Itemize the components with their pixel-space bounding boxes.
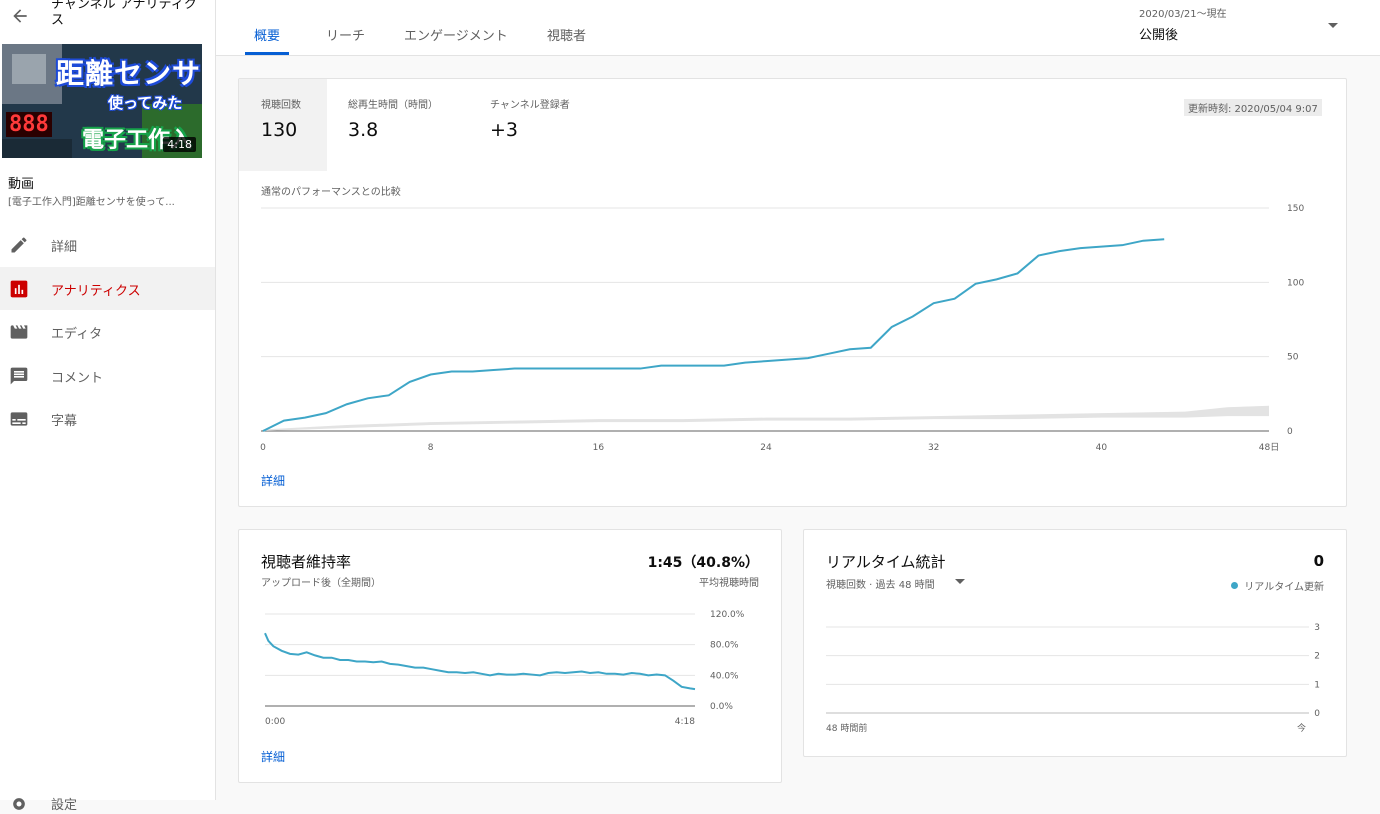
realtime-value: 0 (1313, 552, 1324, 570)
y-tick-label: 80.0% (710, 641, 739, 651)
film-icon (10, 325, 28, 339)
sidebar-item-comments[interactable]: コメント (0, 354, 215, 398)
metric-label: 総再生時間（時間） (348, 100, 438, 111)
metric-subscribers[interactable]: チャンネル登録者 +3 (468, 79, 618, 171)
tab-reach[interactable]: リーチ (326, 25, 365, 55)
y-tick-label: 40.0% (710, 671, 739, 681)
top-tab-bar: 概要 リーチ エンゲージメント 視聴者 2020/03/21〜現在 公開後 (216, 0, 1380, 56)
y-tick-label: 2 (1314, 652, 1320, 662)
x-tick-label: 今 (1297, 722, 1306, 734)
video-duration-badge: 4:18 (163, 137, 196, 152)
retention-details-link[interactable]: 詳細 (261, 748, 285, 765)
retention-title: 視聴者維持率 (261, 553, 352, 571)
x-tick-label: 48日 (1259, 442, 1279, 453)
sidebar-item-subtitles[interactable]: 字幕 (0, 397, 215, 441)
y-tick-label: 100 (1287, 278, 1304, 288)
tab-label: 概要 (254, 29, 281, 44)
tab-overview[interactable]: 概要 (244, 25, 290, 55)
date-range-text: 2020/03/21〜現在 (1139, 9, 1227, 20)
legend-label: リアルタイム更新 (1244, 582, 1324, 593)
video-section-label: 動画 (8, 177, 35, 192)
y-tick-label: 0 (1314, 709, 1320, 719)
y-tick-label: 120.0% (710, 610, 745, 620)
tab-audience[interactable]: 視聴者 (547, 25, 586, 55)
sidebar-item-label: 設定 (51, 798, 78, 813)
video-title[interactable]: [電子工作入門]距離センサを使って... (8, 193, 208, 208)
thumbnail-led-display: 888 (6, 112, 52, 137)
sidebar-item-analytics[interactable]: アナリティクス (0, 266, 215, 310)
sidebar-item-label: 詳細 (51, 240, 78, 255)
metric-views[interactable]: 視聴回数 130 (239, 79, 327, 171)
realtime-subtitle: 視聴回数 · 過去 48 時間 (826, 580, 935, 591)
tab-label: 視聴者 (547, 29, 587, 44)
overview-details-link[interactable]: 詳細 (261, 472, 285, 489)
tab-label: エンゲージメント (404, 29, 508, 44)
date-range-selected: 公開後 (1139, 28, 1179, 43)
sidebar-item-details[interactable]: 詳細 (0, 223, 215, 267)
sidebar-item-label: エディタ (51, 327, 103, 342)
video-thumbnail[interactable]: 距離センサ 使ってみた 888 電子工作入門 4:18 (2, 44, 202, 158)
retention-line-chart[interactable]: 0.0% 40.0% 80.0% 120.0% 0:00 4:18 (239, 602, 783, 732)
sidebar-nav: 詳細 アナリティクス エディタ コメント 字幕 (0, 223, 215, 441)
metric-value: +3 (490, 119, 519, 141)
y-tick-label: 3 (1314, 623, 1320, 633)
dropdown-arrow-icon (1328, 23, 1338, 28)
sidebar-item-editor[interactable]: エディタ (0, 310, 215, 354)
x-tick-label: 0 (260, 443, 266, 453)
overview-card: 視聴回数 130 総再生時間（時間） 3.8 チャンネル登録者 +3 更新時刻:… (238, 78, 1347, 507)
avg-view-duration-value: 1:45（40.8%） (647, 555, 759, 571)
tab-label: リーチ (326, 29, 366, 44)
x-tick-label: 0:00 (265, 717, 285, 727)
x-tick-label: 32 (928, 443, 939, 453)
y-tick-label: 150 (1287, 204, 1304, 214)
metric-watch-time[interactable]: 総再生時間（時間） 3.8 (326, 79, 466, 171)
x-tick-label: 48 時間前 (826, 722, 867, 734)
gear-icon (13, 798, 25, 810)
retention-card: 視聴者維持率 アップロード後（全期間） 1:45（40.8%） 平均視聴時間 0… (238, 529, 782, 783)
tab-engagement[interactable]: エンゲージメント (404, 25, 508, 55)
legend-dot-icon (1231, 582, 1239, 589)
y-tick-label: 1 (1314, 680, 1320, 690)
back-arrow-icon[interactable] (10, 6, 30, 26)
views-series-line (262, 238, 1165, 432)
realtime-title: リアルタイム統計 (826, 553, 946, 571)
y-tick-label: 0 (1287, 427, 1293, 437)
dropdown-arrow-icon (955, 579, 965, 584)
x-tick-label: 40 (1096, 443, 1108, 453)
metric-value: 3.8 (348, 119, 379, 141)
x-tick-label: 4:18 (675, 717, 695, 727)
metric-label: 視聴回数 (261, 100, 301, 111)
analytics-icon (10, 280, 28, 297)
x-tick-label: 16 (593, 443, 605, 453)
sidebar-item-label: アナリティクス (51, 283, 141, 299)
retention-subtitle: アップロード後（全期間） (261, 578, 381, 589)
realtime-metric-dropdown[interactable]: 視聴回数 · 過去 48 時間 (826, 576, 976, 591)
y-tick-label: 0.0% (710, 702, 733, 712)
x-tick-label: 8 (428, 443, 434, 453)
thumbnail-text-sub: 使ってみた (108, 94, 183, 112)
avg-view-duration-label: 平均視聴時間 (699, 578, 759, 589)
metric-value: 130 (261, 119, 298, 141)
views-line-chart[interactable]: 0 50 100 150 0 8 16 24 32 40 48日 (239, 194, 1339, 459)
sidebar: チャンネル アナリティクス 距離センサ 使ってみた 888 電子工作入門 4:1… (0, 0, 216, 813)
realtime-legend: リアルタイム更新 (1231, 575, 1324, 593)
sidebar-item-label: 字幕 (51, 414, 78, 429)
pencil-icon (11, 237, 27, 253)
updated-timestamp: 更新時刻: 2020/05/04 9:07 (1184, 99, 1322, 116)
x-tick-label: 24 (760, 443, 772, 453)
sidebar-item-label: コメント (51, 370, 104, 386)
realtime-card: リアルタイム統計 0 視聴回数 · 過去 48 時間 リアルタイム更新 0 1 2 3… (803, 529, 1347, 757)
subtitles-icon (10, 412, 28, 426)
realtime-line-chart[interactable]: 0 1 2 3 48 時間前 今 (804, 612, 1348, 737)
channel-analytics-title: チャンネル アナリティクス (51, 0, 197, 28)
metric-label: チャンネル登録者 (490, 100, 570, 111)
typical-performance-band (263, 405, 1269, 431)
y-tick-label: 50 (1287, 353, 1299, 363)
comment-icon (10, 367, 28, 384)
thumbnail-text-main: 距離センサ (56, 57, 202, 90)
retention-series-line (264, 632, 696, 691)
